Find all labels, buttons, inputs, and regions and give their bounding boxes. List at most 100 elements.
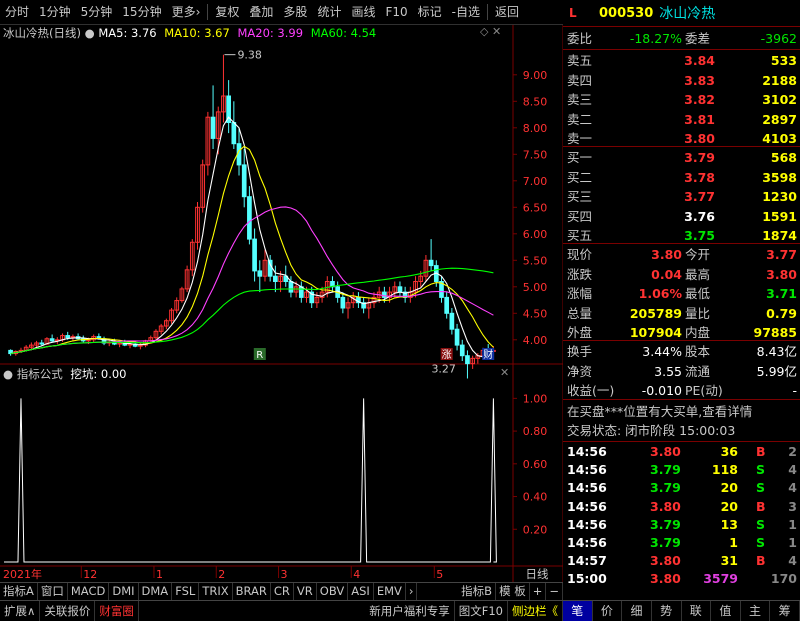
candle	[210, 85, 216, 149]
candle	[459, 339, 465, 361]
indicator-tab-2[interactable]: MACD	[68, 583, 110, 600]
x-tick-label: 5	[436, 568, 443, 581]
toolbar-button-4[interactable]: 更多›	[167, 0, 206, 24]
right-tab-4[interactable]: 联	[682, 601, 712, 621]
right-tab-5[interactable]: 值	[711, 601, 741, 621]
toolbar-button-6[interactable]: 叠加	[244, 0, 278, 24]
event-marker[interactable]: R	[253, 348, 266, 361]
indicator-tab-1[interactable]: 窗口	[38, 583, 68, 600]
y-tick-label: 8.00	[523, 122, 548, 135]
period-label[interactable]: 日线	[526, 567, 549, 581]
tick-row: 14:56 3.79 118 S 4	[567, 462, 797, 478]
stock-code: 000530	[599, 5, 654, 21]
bottom-left-2[interactable]: 财富圈	[95, 601, 139, 621]
tick-row: 14:56 3.80 20 B 3	[567, 498, 797, 514]
toolbar-button-12[interactable]: -自选	[447, 0, 485, 24]
candle	[298, 281, 304, 303]
indicator-tab-4[interactable]: DMA	[139, 583, 173, 600]
candle	[402, 286, 408, 303]
candle	[470, 355, 475, 369]
indicator-y-tick-label: 0.20	[523, 523, 548, 536]
toolbar-button-8[interactable]: 统计	[312, 0, 346, 24]
indicator-tab-5[interactable]: FSL	[172, 583, 200, 600]
candle	[169, 308, 174, 324]
candle	[273, 265, 278, 293]
bottom-left-0[interactable]: 扩展∧	[0, 601, 41, 621]
panel-separator	[563, 243, 800, 244]
event-marker[interactable]: 财	[482, 348, 495, 361]
candle	[345, 297, 351, 319]
candle	[205, 111, 211, 176]
bottom-right-2[interactable]: 侧边栏《	[508, 601, 563, 621]
candle	[189, 239, 195, 277]
candle	[241, 149, 247, 208]
toolbar-button-0[interactable]: 分时	[0, 0, 34, 24]
panel-separator	[563, 441, 800, 442]
right-tab-7[interactable]: 筹	[770, 601, 800, 621]
indicator-tab-3[interactable]: DMI	[109, 583, 139, 600]
candle	[158, 323, 164, 335]
high-annotation: 9.38	[237, 49, 262, 62]
toolbar-button-2[interactable]: 5分钟	[76, 0, 118, 24]
right-tab-1[interactable]: 价	[593, 601, 623, 621]
indicator-tab-11[interactable]: ASI	[348, 583, 374, 600]
weibi-row: 委比 -18.27% 委差 -3962	[567, 31, 797, 46]
stock-marker: L	[569, 6, 577, 20]
toolbar-button-5[interactable]: 复权	[210, 0, 244, 24]
ma5-line	[10, 116, 494, 358]
indicator-tab-6[interactable]: TRIX	[199, 583, 233, 600]
indicator-tab-12[interactable]: EMV	[374, 583, 406, 600]
candle	[361, 297, 366, 314]
indicator-tab-9[interactable]: VR	[294, 583, 317, 600]
toolbar-button-9[interactable]: 画线	[346, 0, 380, 24]
right-tab-0[interactable]: 笔	[563, 601, 593, 621]
candle	[262, 249, 268, 282]
right-tab-2[interactable]: 细	[622, 601, 652, 621]
ask-row: 卖四 3.83 2188	[567, 72, 797, 88]
toolbar-button-1[interactable]: 1分钟	[34, 0, 76, 24]
right-tab-3[interactable]: 势	[652, 601, 682, 621]
x-tick-label: 3	[281, 568, 288, 581]
notice-row[interactable]: 在买盘***位置有大买单,查看详情	[563, 402, 800, 421]
toolbar-button-7[interactable]: 多股	[278, 0, 312, 24]
toolbar-button-13[interactable]: 返回	[490, 0, 524, 24]
stat2-row: 收益(一) -0.010 PE(动) -	[567, 383, 797, 399]
candle	[330, 276, 335, 293]
right-tab-6[interactable]: 主	[741, 601, 771, 621]
indicator-tab-14[interactable]: 指标B	[458, 583, 497, 600]
candle	[226, 80, 231, 134]
candle	[423, 255, 429, 282]
toolbar-button-10[interactable]: F10	[380, 0, 412, 24]
bottom-right-0[interactable]: 新用户福利专享	[365, 601, 455, 621]
ma10-line	[10, 145, 494, 355]
kline-chart[interactable]: 9.00 8.50 8.00 7.50 7.00 6.50 6.00 5.50 5.00 4.50…	[0, 25, 563, 582]
candle	[392, 281, 398, 298]
indicator-tab-17[interactable]: −	[546, 583, 563, 600]
candle	[179, 286, 185, 303]
candle	[366, 297, 372, 319]
bottom-left-1[interactable]: 关联报价	[40, 601, 96, 621]
y-tick-label: 6.50	[523, 201, 548, 214]
indicator-tab-13[interactable]: ›	[406, 583, 418, 600]
y-tick-label: 8.50	[523, 95, 548, 108]
stat-row: 涨幅 1.06% 最低 3.71	[567, 286, 797, 302]
candle	[29, 342, 34, 350]
event-marker[interactable]: 涨	[440, 348, 453, 361]
indicator-tab-7[interactable]: BRAR	[233, 583, 271, 600]
toolbar-button-11[interactable]: 标记	[413, 0, 447, 24]
bottom-right-1[interactable]: 图文F10	[455, 601, 508, 621]
candle	[439, 276, 444, 303]
indicator-tab-10[interactable]: OBV	[317, 583, 349, 600]
candle	[252, 228, 257, 282]
svg-text:R: R	[256, 350, 263, 361]
indicator-tab-8[interactable]: CR	[271, 583, 294, 600]
y-tick-label: 5.50	[523, 254, 548, 267]
toolbar-button-3[interactable]: 15分钟	[117, 0, 166, 24]
candle	[231, 101, 237, 149]
stat-row: 现价 3.80 今开 3.77	[567, 247, 797, 262]
candle	[350, 292, 356, 308]
y-tick-label: 6.00	[523, 228, 548, 241]
indicator-tab-0[interactable]: 指标A	[0, 583, 38, 600]
indicator-tab-15[interactable]: 模 板	[496, 583, 530, 600]
indicator-tab-16[interactable]: +	[530, 583, 547, 600]
